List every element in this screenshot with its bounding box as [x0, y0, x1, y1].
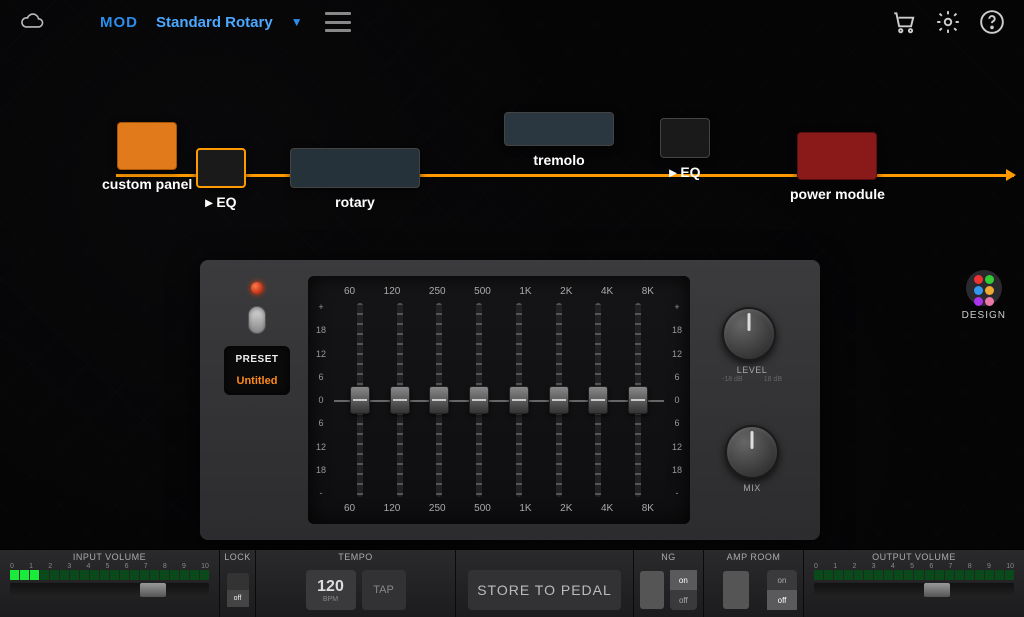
amp-room-label: AMP ROOM [704, 550, 803, 563]
panel-left-controls: PRESET Untitled [218, 276, 296, 524]
freq-label: 500 [474, 503, 491, 514]
eq-band-1k[interactable] [503, 303, 535, 497]
freq-labels-bottom: 60 120 250 500 1K 2K 4K 8K [322, 503, 676, 514]
ng-label: NG [634, 550, 703, 563]
freq-label: 250 [429, 503, 446, 514]
lock-label: LOCK [220, 550, 255, 563]
bpm-unit: BPM [323, 596, 338, 603]
design-icon [966, 270, 1002, 306]
mix-label: MIX [725, 483, 779, 493]
store-to-pedal-button[interactable]: STORE TO PEDAL [468, 570, 621, 610]
freq-label: 1K [519, 503, 531, 514]
preset-title: PRESET [228, 354, 286, 365]
output-scale: 012345678910 [804, 563, 1024, 570]
amp-toggle[interactable]: on off [767, 570, 797, 610]
cloud-icon[interactable] [16, 6, 48, 38]
eq-band-250[interactable] [424, 303, 456, 497]
eq-band-2k[interactable] [543, 303, 575, 497]
tap-button[interactable]: TAP [362, 570, 406, 610]
bottom-bar: INPUT VOLUME 012345678910 LOCK off TEMPO… [0, 549, 1024, 617]
eq-band-4k[interactable] [583, 303, 615, 497]
freq-label: 2K [560, 286, 572, 297]
module-eq-selected[interactable]: ▸ EQ [196, 148, 246, 211]
top-bar: MOD Standard Rotary ▼ [0, 0, 1024, 44]
output-volume-section: OUTPUT VOLUME 012345678910 [804, 550, 1024, 617]
level-knob[interactable] [722, 307, 776, 361]
freq-label: 120 [384, 503, 401, 514]
preset-current-name: Untitled [228, 375, 286, 387]
bpm-display[interactable]: 120 BPM [306, 570, 356, 610]
module-power[interactable]: power module [790, 132, 885, 202]
design-label: DESIGN [962, 310, 1006, 321]
mod-category-label: MOD [100, 14, 138, 31]
signal-chain: custom panel ▸ EQ rotary tremolo ▸ EQ po… [0, 104, 1024, 214]
module-label: power module [790, 186, 885, 202]
power-toggle[interactable] [248, 306, 266, 334]
module-eq2[interactable]: ▸ EQ [660, 118, 710, 181]
freq-label: 1K [519, 286, 531, 297]
eq-sliders [322, 297, 676, 503]
ng-toggle[interactable]: on off [670, 570, 697, 610]
freq-label: 2K [560, 503, 572, 514]
tempo-label: TEMPO [256, 550, 455, 563]
input-volume-section: INPUT VOLUME 012345678910 [0, 550, 220, 617]
input-meter [0, 570, 219, 580]
mix-knob-wrap: MIX [725, 425, 779, 493]
output-volume-label: OUTPUT VOLUME [804, 550, 1024, 563]
amp-room-section: AMP ROOM on off [704, 550, 804, 617]
module-label: tremolo [504, 152, 614, 168]
freq-label: 60 [344, 503, 355, 514]
db-scale-right: + 18 12 6 0 6 12 18 - [664, 302, 690, 498]
module-label: custom panel [102, 176, 192, 192]
menu-icon[interactable] [325, 12, 351, 32]
module-rotary[interactable]: rotary [290, 148, 420, 210]
store-section: STORE TO PEDAL [456, 550, 634, 617]
lock-section: LOCK off [220, 550, 256, 617]
tempo-section: TEMPO 120 BPM TAP [256, 550, 456, 617]
eq-band-500[interactable] [463, 303, 495, 497]
output-volume-slider[interactable] [814, 583, 1014, 597]
preset-dropdown-icon[interactable]: ▼ [291, 15, 303, 29]
lock-toggle[interactable]: off [227, 573, 249, 607]
eq-graphic: 60 120 250 500 1K 2K 4K 8K + 18 12 6 0 6… [308, 276, 690, 524]
module-label: ▸ EQ [196, 194, 246, 211]
freq-label: 4K [601, 503, 613, 514]
level-knob-wrap: LEVEL -18 dB18 dB [722, 307, 782, 383]
module-label: rotary [290, 194, 420, 210]
power-led [251, 282, 263, 294]
input-volume-label: INPUT VOLUME [0, 550, 219, 563]
db-scale-left: + 18 12 6 0 6 12 18 - [308, 302, 334, 498]
cart-icon[interactable] [888, 6, 920, 38]
ng-switch[interactable] [640, 571, 664, 609]
eq-band-60[interactable] [344, 303, 376, 497]
level-label: LEVEL [722, 365, 782, 375]
freq-label: 250 [429, 286, 446, 297]
freq-label: 8K [642, 503, 654, 514]
design-button[interactable]: DESIGN [962, 270, 1006, 321]
gear-icon[interactable] [932, 6, 964, 38]
freq-labels-top: 60 120 250 500 1K 2K 4K 8K [322, 286, 676, 297]
freq-label: 8K [642, 286, 654, 297]
eq-panel: PRESET Untitled 60 120 250 500 1K 2K 4K … [200, 260, 820, 540]
module-label: ▸ EQ [660, 164, 710, 181]
input-scale: 012345678910 [0, 563, 219, 570]
module-tremolo[interactable]: tremolo [504, 112, 614, 168]
mix-knob[interactable] [725, 425, 779, 479]
preset-selector[interactable]: PRESET Untitled [224, 346, 290, 395]
freq-label: 120 [384, 286, 401, 297]
preset-name[interactable]: Standard Rotary [156, 14, 273, 31]
freq-label: 4K [601, 286, 613, 297]
output-meter [804, 570, 1024, 580]
bpm-value: 120 [317, 578, 344, 596]
eq-band-8k[interactable] [622, 303, 654, 497]
eq-band-120[interactable] [384, 303, 416, 497]
freq-label: 60 [344, 286, 355, 297]
freq-label: 500 [474, 286, 491, 297]
amp-switch[interactable] [723, 571, 749, 609]
panel-knobs: LEVEL -18 dB18 dB MIX [702, 276, 802, 524]
ng-section: NG on off [634, 550, 704, 617]
input-volume-slider[interactable] [10, 583, 209, 597]
help-icon[interactable] [976, 6, 1008, 38]
module-custom-panel[interactable]: custom panel [102, 122, 192, 192]
